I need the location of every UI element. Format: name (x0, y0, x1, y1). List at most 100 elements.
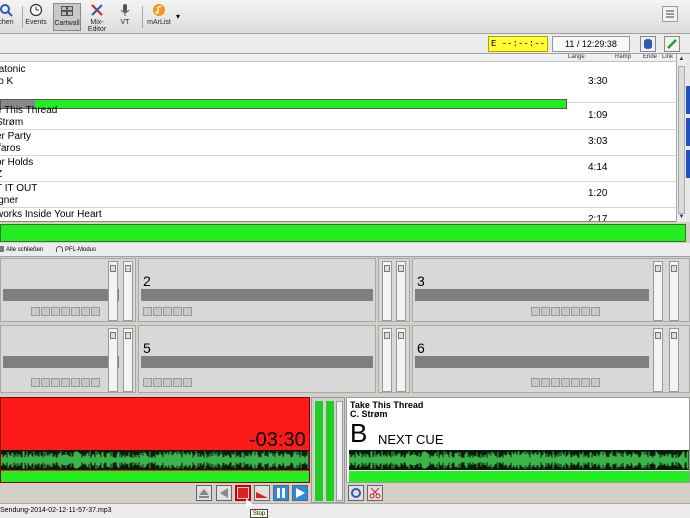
column-length[interactable]: Länge (568, 54, 585, 60)
column-end[interactable]: Ende (643, 54, 657, 60)
player-b-waveform[interactable] (349, 450, 689, 470)
mix-icon[interactable] (163, 378, 172, 387)
cut-icon[interactable] (183, 378, 192, 387)
rewind-icon[interactable] (541, 307, 550, 316)
link-icon[interactable] (173, 378, 182, 387)
master-fader[interactable] (336, 401, 343, 501)
loop-icon[interactable] (143, 378, 152, 387)
fade-icon[interactable] (561, 378, 570, 387)
cue-icon[interactable] (153, 378, 162, 387)
toolbar-cartwall-button[interactable]: Cartwall (53, 3, 81, 31)
toolbar-search-button[interactable]: chen (0, 3, 16, 31)
next-icon[interactable] (591, 378, 600, 387)
toolbar-marlist-button[interactable]: mArList (146, 3, 172, 31)
cart-fader[interactable] (108, 261, 118, 321)
eject-icon[interactable] (531, 378, 540, 387)
fader-knob[interactable] (110, 332, 116, 339)
pause-icon[interactable] (81, 307, 90, 316)
mix-icon[interactable] (163, 307, 172, 316)
player-a-waveform[interactable] (1, 450, 309, 470)
playlist-row[interactable]: T IT OUT igner 1:20 (0, 182, 676, 208)
pause-button[interactable] (273, 485, 289, 501)
cart-fader[interactable] (108, 328, 118, 392)
playlist-row[interactable]: er Party ifaros 3:03 (0, 130, 676, 156)
fade-icon[interactable] (61, 378, 70, 387)
fader-knob[interactable] (125, 265, 131, 272)
fader-knob[interactable] (398, 332, 404, 339)
close-all-button[interactable]: Alle schließen (0, 243, 43, 257)
cart-slot-5[interactable]: 5 (138, 325, 376, 393)
fade-out-button[interactable] (254, 485, 270, 501)
playlist-row[interactable]: e This Thread Strøm 1:09 (0, 104, 676, 130)
cart-slot-2[interactable]: 2 (138, 258, 376, 322)
column-ramp[interactable]: Ramp (615, 54, 631, 60)
fade-icon[interactable] (561, 307, 570, 316)
cart-slot-4[interactable] (0, 325, 136, 393)
pause-icon[interactable] (81, 378, 90, 387)
link-icon[interactable] (173, 307, 182, 316)
fader-knob[interactable] (655, 332, 661, 339)
rewind-icon[interactable] (41, 307, 50, 316)
cue-icon[interactable] (153, 307, 162, 316)
rewind-button[interactable] (216, 485, 232, 501)
loop-icon[interactable] (143, 307, 152, 316)
play-icon[interactable] (71, 307, 80, 316)
edit-button[interactable] (664, 36, 680, 52)
fade-icon[interactable] (61, 307, 70, 316)
cart-fader[interactable] (653, 328, 663, 392)
rewind-icon[interactable] (541, 378, 550, 387)
scroll-down-icon[interactable]: ▼ (678, 213, 685, 221)
loop-button[interactable] (348, 485, 364, 501)
database-button[interactable] (640, 36, 656, 52)
pause-icon[interactable] (581, 307, 590, 316)
cart-fader[interactable] (123, 328, 133, 392)
pfl-mode-button[interactable]: PFL-Modus (56, 243, 96, 257)
fader-knob[interactable] (655, 265, 661, 272)
toolbar-options-button[interactable] (662, 6, 678, 22)
play-icon[interactable] (571, 307, 580, 316)
toolbar-vt-button[interactable]: VT (114, 3, 136, 31)
stop-icon[interactable] (51, 378, 60, 387)
scroll-up-icon[interactable]: ▲ (678, 55, 685, 63)
player-a[interactable]: -03:30 (0, 397, 310, 483)
fader-knob[interactable] (384, 332, 390, 339)
cut-icon[interactable] (183, 307, 192, 316)
fader-knob[interactable] (398, 265, 404, 272)
next-icon[interactable] (591, 307, 600, 316)
toolbar-events-button[interactable]: Events (24, 3, 48, 31)
eject-icon[interactable] (531, 307, 540, 316)
cart-fader[interactable] (382, 328, 392, 392)
play-icon[interactable] (571, 378, 580, 387)
pause-icon[interactable] (581, 378, 590, 387)
eject-button[interactable] (196, 485, 212, 501)
fader-knob[interactable] (110, 265, 116, 272)
cart-fader[interactable] (396, 261, 406, 321)
cart-fader[interactable] (669, 328, 679, 392)
eject-icon[interactable] (31, 307, 40, 316)
cart-fader[interactable] (123, 261, 133, 321)
toolbar-overflow-icon[interactable]: ▾ (176, 12, 180, 21)
player-b[interactable]: Take This Thread C. Strøm B NEXT CUE (346, 397, 690, 483)
cart-slot-3[interactable]: 3 (412, 258, 690, 322)
fader-knob[interactable] (384, 265, 390, 272)
cart-slot-1[interactable] (0, 258, 136, 322)
stop-icon[interactable] (51, 307, 60, 316)
cart-fader[interactable] (653, 261, 663, 321)
column-link[interactable]: Link (662, 54, 673, 60)
cart-fader[interactable] (382, 261, 392, 321)
play-button[interactable] (292, 485, 308, 501)
fader-knob[interactable] (671, 265, 677, 272)
cut-button[interactable] (367, 485, 383, 501)
cart-slot-6[interactable]: 6 (412, 325, 690, 393)
playlist-row[interactable]: works Inside Your Heart 2:17 (0, 208, 676, 221)
fader-knob[interactable] (671, 332, 677, 339)
stop-icon[interactable] (551, 307, 560, 316)
play-icon[interactable] (71, 378, 80, 387)
stop-icon[interactable] (551, 378, 560, 387)
eject-icon[interactable] (31, 378, 40, 387)
toolbar-mix-editor-button[interactable]: Mix-Editor (84, 3, 110, 33)
rewind-icon[interactable] (41, 378, 50, 387)
playlist-row[interactable]: or Holds Z 4:14 (0, 156, 676, 182)
playlist-current-row[interactable]: tatonic io K 3:30 (0, 63, 676, 109)
cart-fader[interactable] (669, 261, 679, 321)
